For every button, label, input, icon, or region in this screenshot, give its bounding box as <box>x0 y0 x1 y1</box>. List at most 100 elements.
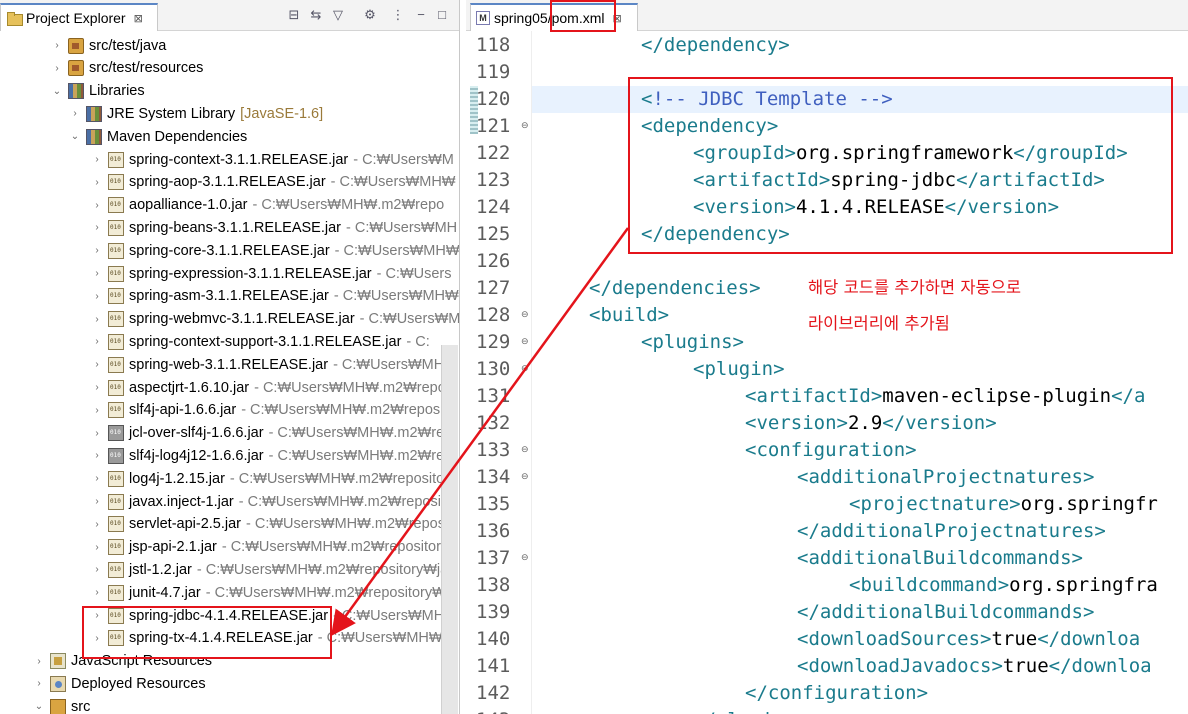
filter-icon[interactable]: ▽ <box>330 7 346 23</box>
jar-icon <box>108 311 124 328</box>
line-number: 143 <box>476 707 520 714</box>
tree-item[interactable]: › spring-core-3.1.1.RELEASE.jar- C:₩Users… <box>90 239 459 262</box>
tree-item[interactable]: ⌄ Maven Dependencies <box>68 125 247 148</box>
code-line: </dependency> <box>641 32 790 59</box>
xml-tag: </additionalProjectnatures> <box>797 520 1106 542</box>
tree-item[interactable]: › spring-context-support-3.1.1.RELEASE.ja… <box>90 330 430 353</box>
line-number: 139 <box>476 601 511 623</box>
chevron-right-icon[interactable]: › <box>90 405 104 416</box>
tree-item-path: - C:₩Users₩MH₩.m2₩re <box>268 447 445 464</box>
tree-item[interactable]: ⌄ Libraries <box>50 80 145 103</box>
chevron-down-icon[interactable]: ⌄ <box>68 131 82 142</box>
minimize-icon[interactable]: − <box>413 7 429 23</box>
xml-tag: </dependency> <box>641 34 790 56</box>
jar-icon <box>108 242 124 259</box>
chevron-right-icon[interactable]: › <box>90 291 104 302</box>
chevron-right-icon[interactable]: › <box>90 542 104 553</box>
tree-item[interactable]: › slf4j-log4j12-1.6.6.jar- C:₩Users₩MH₩.m… <box>90 444 444 467</box>
tree-item-path: - C:₩Users₩MH₩.m2₩repository₩ <box>205 584 446 601</box>
jar-icon <box>108 265 124 282</box>
tree-item[interactable]: › src/test/resources <box>50 57 203 80</box>
tree-item[interactable]: › aopalliance-1.0.jar- C:₩Users₩MH₩.m2₩re… <box>90 194 444 217</box>
chevron-right-icon[interactable]: › <box>90 473 104 484</box>
tree-item[interactable]: › src/test/java <box>50 34 166 57</box>
tree-item[interactable]: › jcl-over-slf4j-1.6.6.jar- C:₩Users₩MH₩.… <box>90 422 444 445</box>
tree-item[interactable]: › spring-web-3.1.1.RELEASE.jar- C:₩Users₩… <box>90 353 458 376</box>
tree-item[interactable]: › aspectjrt-1.6.10.jar- C:₩Users₩MH₩.m2₩r… <box>90 376 446 399</box>
tree-item-path: - C:₩Users₩M <box>353 151 454 168</box>
chevron-right-icon[interactable]: › <box>90 564 104 575</box>
tree-item-path: - C:₩Users₩MH₩.m2₩repository₩ja <box>196 561 449 578</box>
link-with-editor-icon[interactable]: ⇆ <box>308 7 324 23</box>
jar-icon <box>108 379 124 396</box>
close-icon[interactable]: ⊠ <box>134 12 143 25</box>
line-number: 141 <box>476 655 511 677</box>
fold-toggle-icon[interactable]: ⊖ <box>521 437 531 464</box>
fold-toggle-icon[interactable]: ⊖ <box>521 545 531 572</box>
vertical-scrollbar[interactable] <box>441 345 458 714</box>
jar-icon <box>108 402 124 419</box>
tree-item[interactable]: › spring-webmvc-3.1.1.RELEASE.jar- C:₩Use… <box>90 308 459 331</box>
fold-toggle-icon[interactable]: ⊖ <box>521 356 531 383</box>
tree-item-label: slf4j-log4j12-1.6.6.jar <box>129 447 264 464</box>
xml-tag: <build> <box>589 304 670 326</box>
chevron-right-icon[interactable]: › <box>90 519 104 530</box>
tree-item[interactable]: › junit-4.7.jar- C:₩Users₩MH₩.m2₩reposito… <box>90 581 446 604</box>
chevron-right-icon[interactable]: › <box>50 63 64 74</box>
chevron-right-icon[interactable]: › <box>90 336 104 347</box>
chevron-right-icon[interactable]: › <box>32 678 46 689</box>
tree-item[interactable]: ⌄ src <box>32 695 90 714</box>
chevron-right-icon[interactable]: › <box>90 177 104 188</box>
chevron-right-icon[interactable]: › <box>90 314 104 325</box>
chevron-right-icon[interactable]: › <box>90 268 104 279</box>
tree-item[interactable]: › spring-aop-3.1.1.RELEASE.jar- C:₩Users₩… <box>90 171 456 194</box>
tree-item[interactable]: › log4j-1.2.15.jar- C:₩Users₩MH₩.m2₩repos… <box>90 467 444 490</box>
chevron-right-icon[interactable]: › <box>90 382 104 393</box>
chevron-right-icon[interactable]: › <box>90 245 104 256</box>
chevron-right-icon[interactable]: › <box>90 222 104 233</box>
tree-item[interactable]: › spring-beans-3.1.1.RELEASE.jar- C:₩User… <box>90 216 457 239</box>
code-line: <build> <box>589 302 669 329</box>
chevron-down-icon[interactable]: ⌄ <box>50 86 64 97</box>
chevron-right-icon[interactable]: › <box>32 656 46 667</box>
fold-toggle-icon[interactable]: ⊖ <box>521 113 531 140</box>
chevron-right-icon[interactable]: › <box>68 108 82 119</box>
chevron-right-icon[interactable]: › <box>50 40 64 51</box>
chevron-right-icon[interactable]: › <box>90 587 104 598</box>
tools-icon[interactable]: ⚙ <box>362 7 378 23</box>
view-menu-icon[interactable]: ⋮ <box>390 7 406 23</box>
chevron-down-icon[interactable]: ⌄ <box>32 701 46 712</box>
tree-item[interactable]: › jsp-api-2.1.jar- C:₩Users₩MH₩.m2₩reposi… <box>90 536 441 559</box>
chevron-right-icon[interactable]: › <box>90 200 104 211</box>
tree-item[interactable]: › javax.inject-1.jar- C:₩Users₩MH₩.m2₩rep… <box>90 490 445 513</box>
chevron-right-icon[interactable]: › <box>90 154 104 165</box>
collapse-all-icon[interactable]: ⊟ <box>286 7 302 23</box>
tree-item-label: spring-webmvc-3.1.1.RELEASE.jar <box>129 311 355 328</box>
tree-item[interactable]: › slf4j-api-1.6.6.jar- C:₩Users₩MH₩.m2₩re… <box>90 399 447 422</box>
fold-toggle-icon[interactable]: ⊖ <box>521 302 531 329</box>
tree-item[interactable]: › servlet-api-2.5.jar- C:₩Users₩MH₩.m2₩re… <box>90 513 445 536</box>
chevron-right-icon[interactable]: › <box>90 450 104 461</box>
fold-toggle-icon[interactable]: ⊖ <box>521 464 531 491</box>
tree-item[interactable]: › spring-context-3.1.1.RELEASE.jar- C:₩Us… <box>90 148 454 171</box>
xml-tag: </dependencies> <box>589 277 761 299</box>
tree-item-suffix: [JavaSE-1.6] <box>240 105 324 122</box>
tree-item[interactable]: › spring-expression-3.1.1.RELEASE.jar- C:… <box>90 262 452 285</box>
chevron-right-icon[interactable]: › <box>90 496 104 507</box>
tree-item-path: - C:₩Users₩MH₩.m2₩re <box>268 425 445 442</box>
tree-item-label: spring-expression-3.1.1.RELEASE.jar <box>129 265 372 282</box>
tree-item[interactable]: › Deployed Resources <box>32 672 206 695</box>
tree-item-label: slf4j-api-1.6.6.jar <box>129 402 237 419</box>
fold-toggle-icon[interactable]: ⊖ <box>521 329 531 356</box>
line-number: 127 <box>476 277 511 299</box>
chevron-right-icon[interactable]: › <box>90 359 104 370</box>
tree-item[interactable]: › jstl-1.2.jar- C:₩Users₩MH₩.m2₩repositor… <box>90 558 448 581</box>
tree-item-label: servlet-api-2.5.jar <box>129 516 242 533</box>
tree-item[interactable]: › JRE System Library [JavaSE-1.6] <box>68 102 323 125</box>
tree-item[interactable]: › spring-asm-3.1.1.RELEASE.jar- C:₩Users₩… <box>90 285 459 308</box>
chevron-right-icon[interactable]: › <box>90 428 104 439</box>
maximize-icon[interactable]: □ <box>434 7 450 23</box>
tree-item-path: - C:₩Users₩MH₩ <box>333 607 458 624</box>
line-number: 130 <box>476 358 511 380</box>
tab-project-explorer[interactable]: Project Explorer ⊠ <box>0 3 158 31</box>
